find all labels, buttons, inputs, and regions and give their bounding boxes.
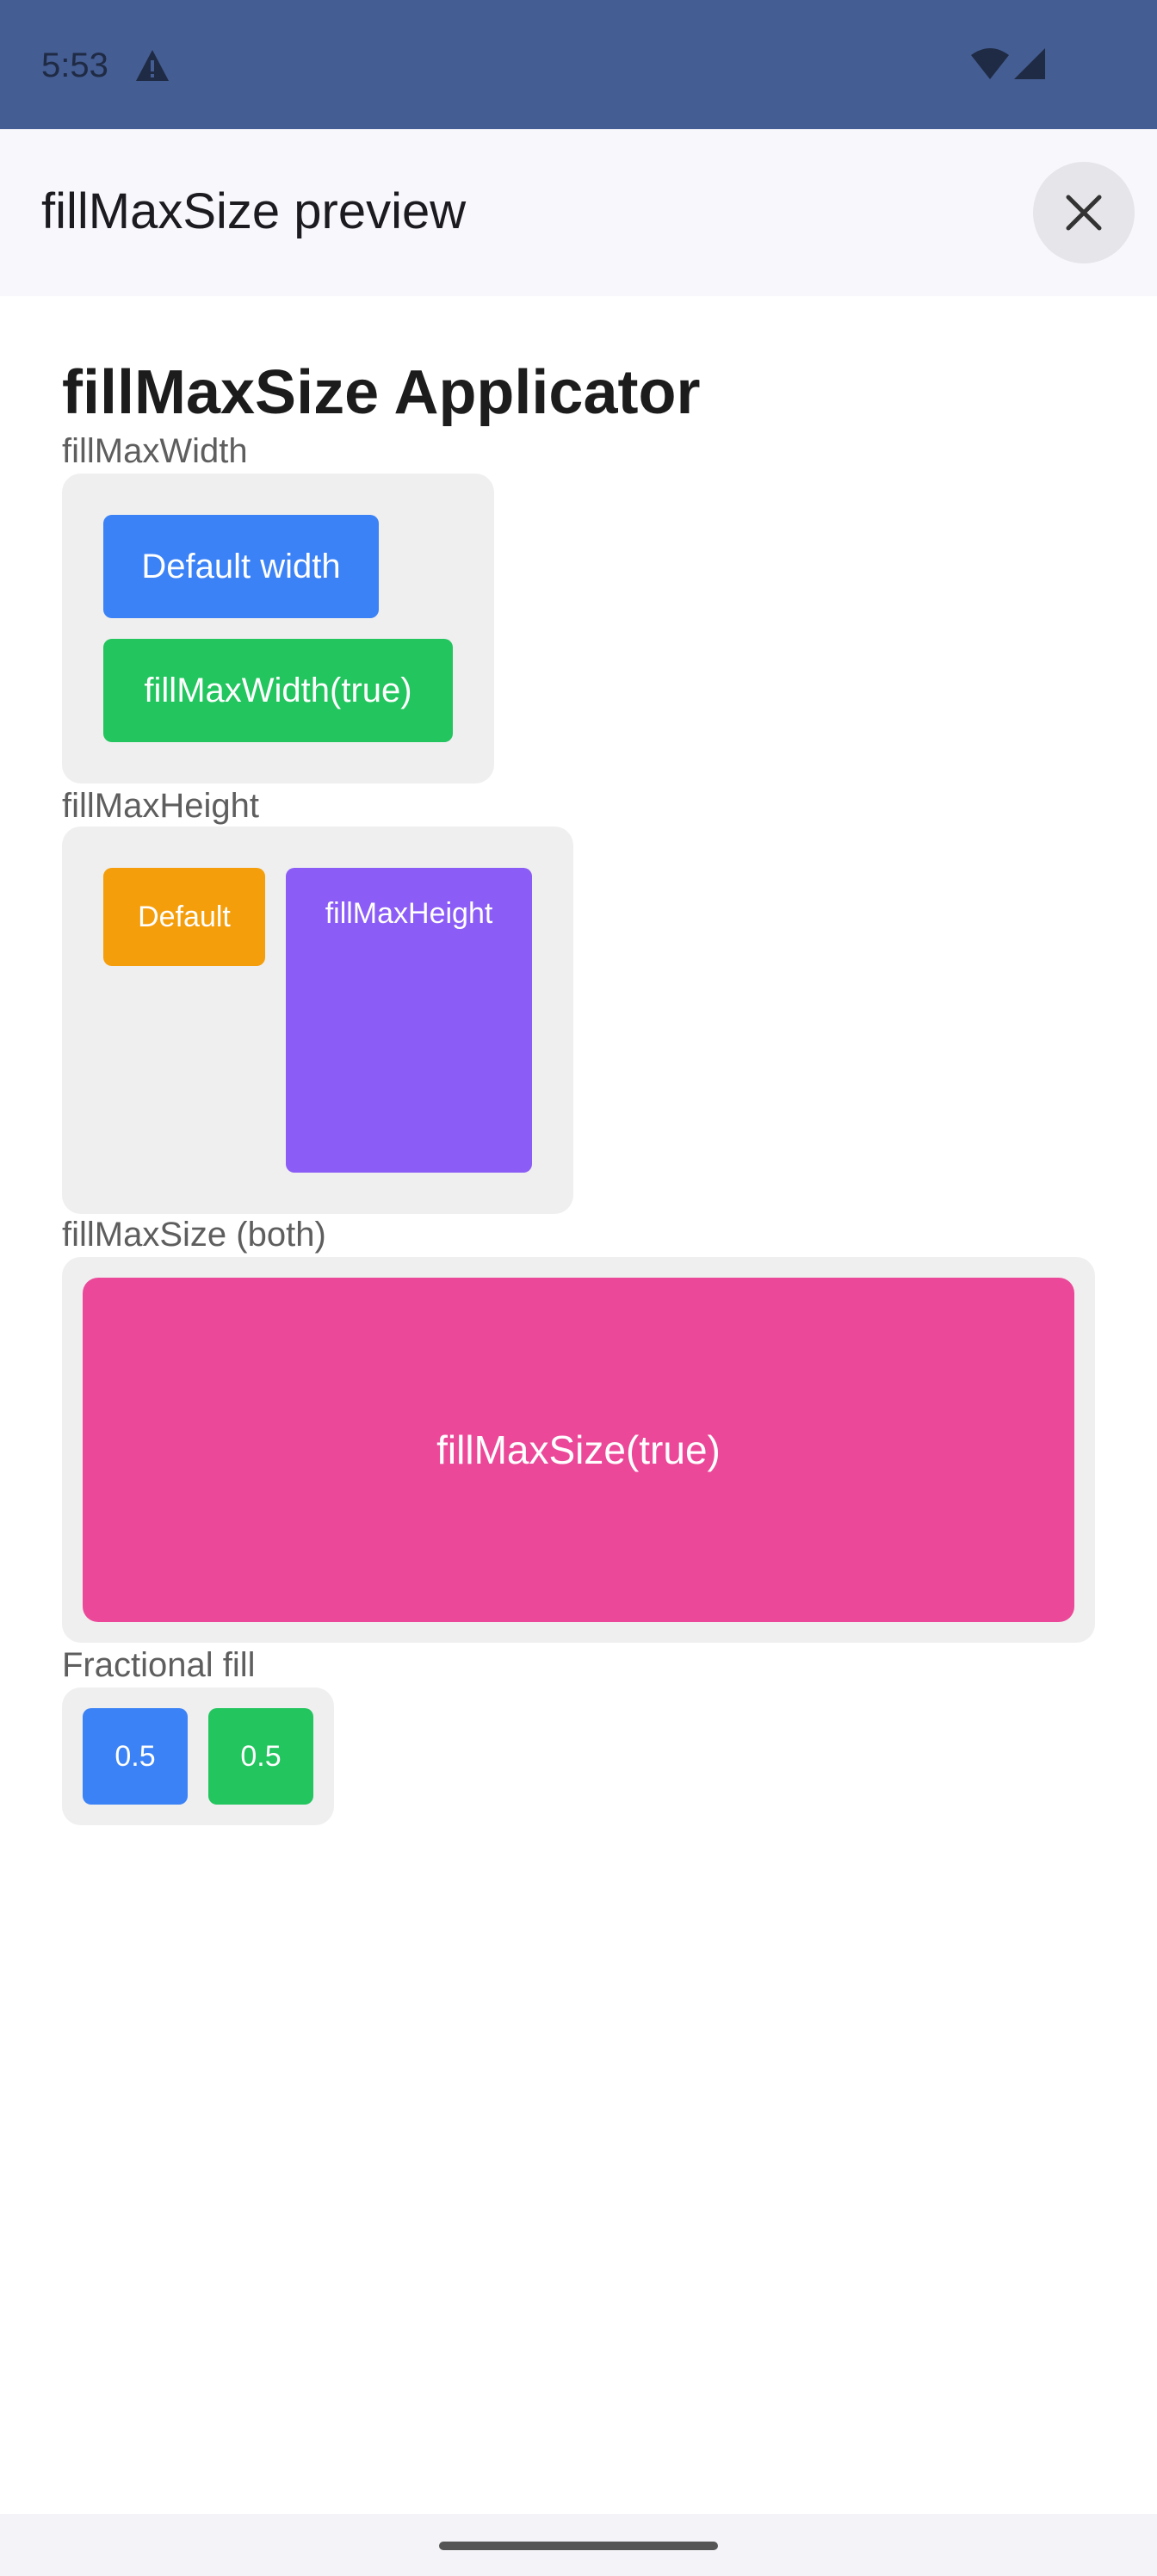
- warning-icon: [134, 48, 170, 83]
- status-time: 5:53: [41, 46, 108, 84]
- fill-max-size-chip: fillMaxSize(true): [83, 1278, 1074, 1622]
- section-label-fractional-fill: Fractional fill: [62, 1646, 256, 1684]
- default-width-chip: Default width: [103, 515, 379, 618]
- fraction-chip-2: 0.5: [208, 1708, 313, 1805]
- close-icon: [1066, 195, 1102, 231]
- default-height-chip: Default: [103, 868, 265, 966]
- app-bar-title: fillMaxSize preview: [41, 183, 467, 239]
- section-label-fill-max-height: fillMaxHeight: [62, 787, 259, 825]
- page-title: fillMaxSize Applicator: [62, 358, 701, 427]
- fill-max-height-chip: fillMaxHeight: [286, 868, 532, 1173]
- close-button[interactable]: [1033, 162, 1135, 263]
- gesture-handle[interactable]: [439, 2542, 718, 2550]
- section-label-fill-max-width: fillMaxWidth: [62, 432, 248, 470]
- fraction-chip-1: 0.5: [83, 1708, 188, 1805]
- wifi-icon: [969, 46, 1011, 81]
- fill-max-width-chip: fillMaxWidth(true): [103, 639, 453, 742]
- section-label-fill-max-size: fillMaxSize (both): [62, 1216, 326, 1254]
- signal-icon: [1012, 46, 1047, 81]
